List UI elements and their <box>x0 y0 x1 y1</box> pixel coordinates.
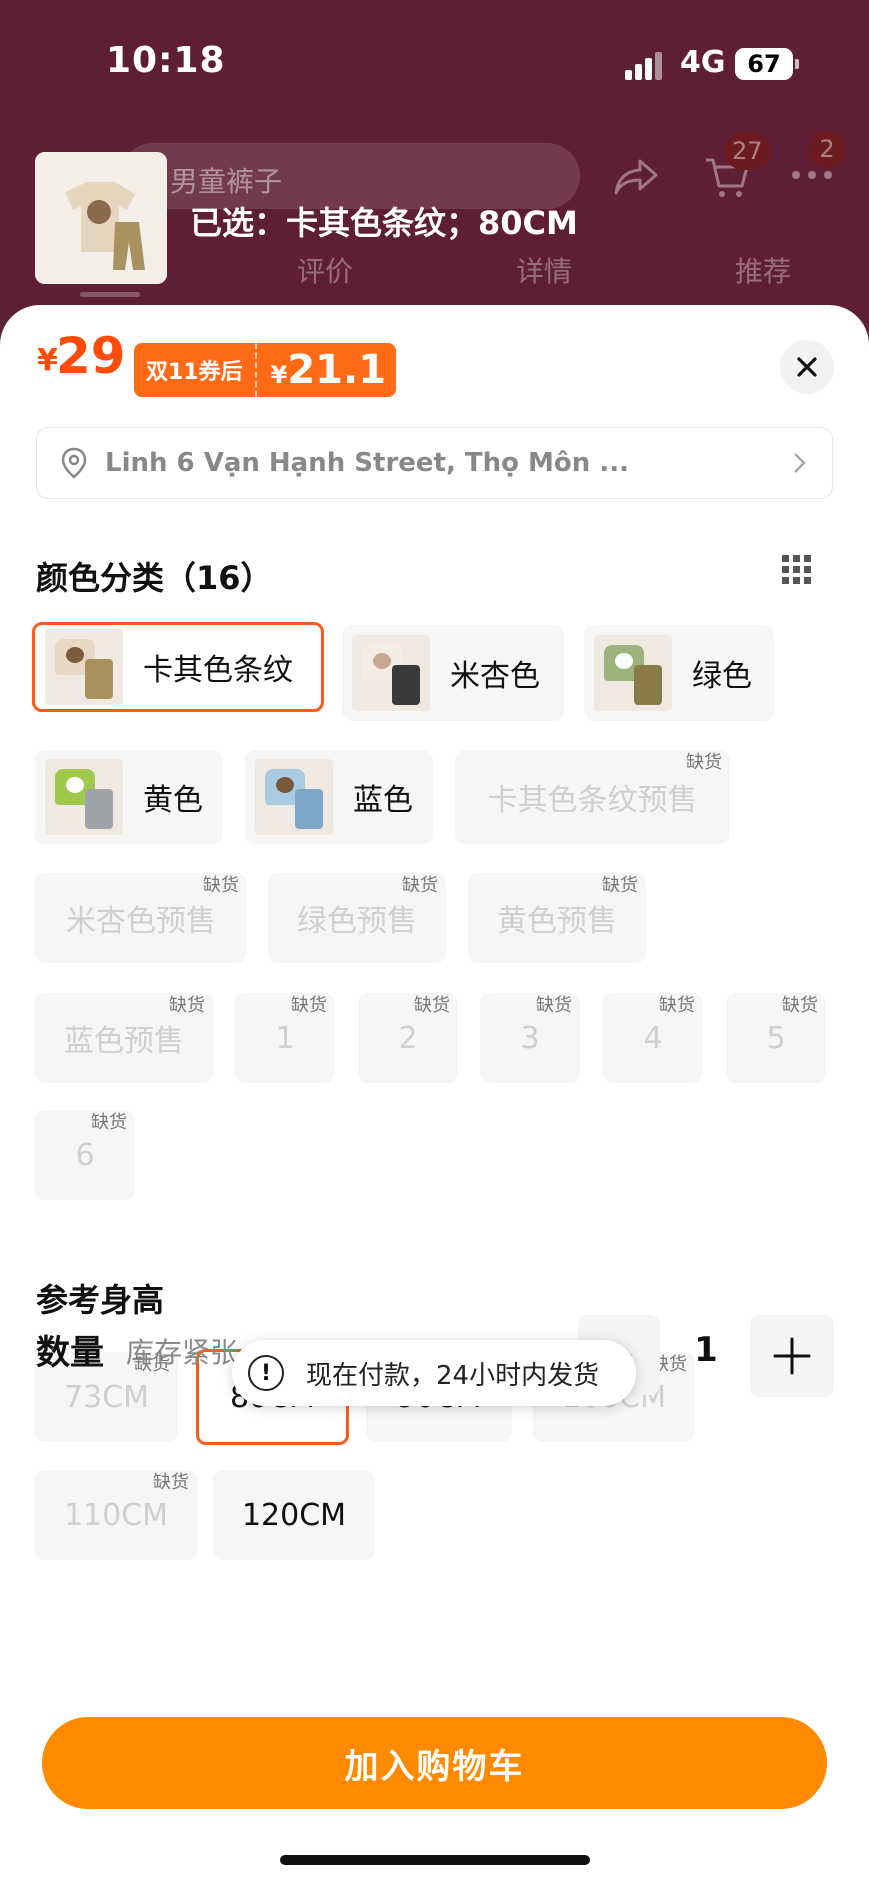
status-time: 10:18 <box>106 40 226 81</box>
height-section-title: 参考身高 <box>36 1281 165 1319</box>
color-option-3[interactable]: 3 缺货 <box>480 993 580 1083</box>
price-value: 29 <box>56 327 126 385</box>
height-option-label: 73CM <box>63 1379 149 1415</box>
coupon-value: 21.1 <box>287 347 387 393</box>
network-type: 4G <box>680 45 726 80</box>
color-option-yellow[interactable]: 黄色 <box>35 750 223 844</box>
close-icon <box>797 357 817 377</box>
out-of-stock-tag: 缺货 <box>536 995 572 1016</box>
coupon-label: 双11券后 <box>134 343 257 397</box>
grid-view-icon[interactable] <box>780 553 814 587</box>
color-option-label: 绿色 <box>692 659 752 694</box>
color-option-label: 卡其色条纹预售 <box>487 783 698 818</box>
home-indicator[interactable] <box>280 1855 590 1865</box>
height-option-120cm[interactable]: 120CM <box>213 1470 375 1560</box>
color-option-1[interactable]: 1 缺货 <box>235 993 335 1083</box>
color-option-4[interactable]: 4 缺货 <box>603 993 703 1083</box>
selected-summary: 已选：卡其色条纹；80CM <box>190 204 578 242</box>
battery-level: 67 <box>747 50 781 78</box>
coupon-price: ¥ 21.1 <box>257 347 396 393</box>
color-option-label: 3 <box>520 1020 540 1056</box>
plus-icon <box>773 1337 811 1375</box>
out-of-stock-tag: 缺货 <box>402 875 438 896</box>
color-option-5[interactable]: 5 缺货 <box>726 993 826 1083</box>
shipping-address-row[interactable]: Linh 6 Vạn Hạnh Street, Thọ Môn ... <box>36 427 833 499</box>
beige-thumbnail <box>352 635 430 711</box>
out-of-stock-tag: 缺货 <box>91 1112 127 1133</box>
out-of-stock-tag: 缺货 <box>659 995 695 1016</box>
coupon-currency: ¥ <box>270 361 288 389</box>
color-option-label: 米杏色 <box>450 659 540 694</box>
out-of-stock-tag: 缺货 <box>169 995 205 1016</box>
color-option-label: 卡其色条纹 <box>143 653 293 688</box>
tab-reviews[interactable]: 评价 <box>297 250 353 290</box>
height-option-110cm[interactable]: 110CM 缺货 <box>35 1470 197 1560</box>
color-option-beige[interactable]: 米杏色 <box>342 625 564 721</box>
selected-product-thumbnail <box>35 152 167 284</box>
out-of-stock-tag: 缺货 <box>686 752 722 773</box>
khaki-stripe-thumbnail <box>45 629 123 705</box>
shipping-toast: ! 现在付款，24小时内发货 <box>232 1340 636 1406</box>
color-option-label: 4 <box>643 1020 663 1056</box>
blue-thumbnail <box>255 759 333 835</box>
close-button[interactable] <box>780 340 834 394</box>
tab-indicator <box>80 292 140 297</box>
out-of-stock-tag: 缺货 <box>414 995 450 1016</box>
color-option-label: 黄色 <box>143 783 203 818</box>
color-option-green[interactable]: 绿色 <box>584 625 774 721</box>
height-option-label: 120CM <box>241 1497 347 1533</box>
tab-details[interactable]: 详情 <box>516 250 572 290</box>
out-of-stock-tag: 缺货 <box>782 995 818 1016</box>
search-text: 男童裤子 <box>170 165 283 198</box>
yellow-thumbnail <box>45 759 123 835</box>
address-text: Linh 6 Vạn Hạnh Street, Thọ Môn ... <box>105 448 629 478</box>
out-of-stock-tag: 缺货 <box>153 1472 189 1493</box>
out-of-stock-tag: 缺货 <box>602 875 638 896</box>
color-option-label: 2 <box>398 1020 418 1056</box>
color-option-label: 5 <box>766 1020 786 1056</box>
color-option-6[interactable]: 6 缺货 <box>35 1110 135 1200</box>
color-option-blue-presale[interactable]: 蓝色预售 缺货 <box>35 993 213 1083</box>
stock-status-note: 库存紧张 <box>126 1336 239 1369</box>
chevron-right-icon <box>794 453 806 473</box>
height-option-label: 110CM <box>63 1497 169 1533</box>
signal-icon <box>625 50 665 80</box>
color-option-label: 绿色预售 <box>297 904 417 939</box>
product-image <box>35 152 167 284</box>
tab-recommend[interactable]: 推荐 <box>735 250 791 290</box>
share-icon[interactable] <box>612 155 660 199</box>
color-option-khaki-stripe[interactable]: 卡其色条纹 <box>32 622 324 712</box>
color-option-label: 1 <box>275 1020 295 1056</box>
color-option-green-presale[interactable]: 绿色预售 缺货 <box>268 873 446 963</box>
quantity-increase-button[interactable] <box>750 1315 834 1397</box>
color-option-beige-presale[interactable]: 米杏色预售 缺货 <box>35 873 247 963</box>
location-pin-icon <box>61 447 87 479</box>
color-option-label: 蓝色 <box>353 783 413 818</box>
more-icon[interactable] <box>790 165 834 185</box>
color-section-title: 颜色分类（16） <box>36 559 273 597</box>
color-option-label: 6 <box>75 1137 95 1173</box>
add-to-cart-button[interactable]: 加入购物车 <box>42 1717 827 1809</box>
quantity-label: 数量 <box>36 1333 104 1373</box>
color-option-blue[interactable]: 蓝色 <box>245 750 433 844</box>
out-of-stock-tag: 缺货 <box>203 875 239 896</box>
product-page-header: 10:18 4G 67 男童裤子 27 2 评价 详情 推荐 已选：卡其色条纹；… <box>0 0 869 320</box>
cart-count-badge: 27 <box>724 132 771 170</box>
color-option-label: 蓝色预售 <box>64 1024 184 1059</box>
green-thumbnail <box>594 635 672 711</box>
color-option-yellow-presale[interactable]: 黄色预售 缺货 <box>468 873 646 963</box>
quantity-value: 1 <box>694 1330 718 1370</box>
toast-text: 现在付款，24小时内发货 <box>306 1360 600 1391</box>
sku-selection-sheet: ¥ 29 双11券后 ¥ 21.1 Linh 6 Vạn Hạnh Street… <box>0 305 869 1885</box>
message-count-badge: 2 <box>808 130 846 168</box>
color-option-khaki-stripe-presale[interactable]: 卡其色条纹预售 缺货 <box>455 750 730 844</box>
coupon-price-tag: 双11券后 ¥ 21.1 <box>134 343 397 397</box>
color-option-label: 黄色预售 <box>497 904 617 939</box>
color-option-label: 米杏色预售 <box>66 904 216 939</box>
price-currency: ¥ <box>37 343 58 378</box>
info-icon: ! <box>248 1355 284 1391</box>
out-of-stock-tag: 缺货 <box>291 995 327 1016</box>
color-option-2[interactable]: 2 缺货 <box>358 993 458 1083</box>
battery-icon: 67 <box>735 48 799 80</box>
